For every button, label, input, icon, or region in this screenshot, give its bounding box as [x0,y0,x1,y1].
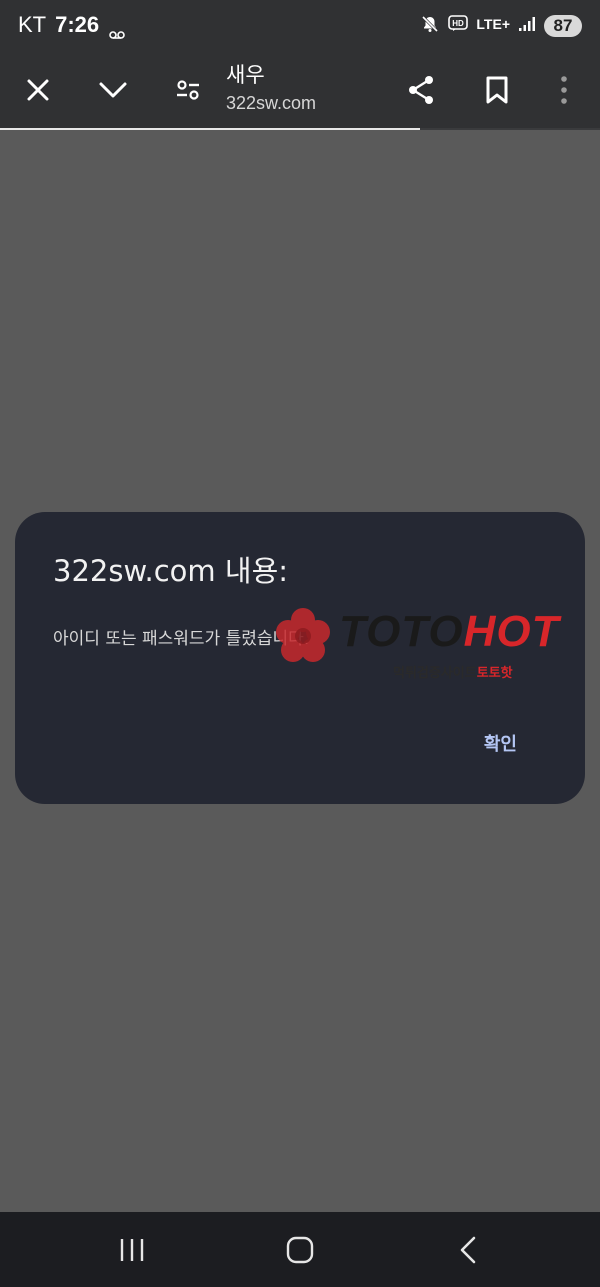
share-icon[interactable] [401,70,441,110]
chevron-down-icon[interactable] [93,70,133,110]
alert-dialog: 322sw.com 내용: 아이디 또는 패스워드가 틀렸습니다. 확인 [15,512,585,804]
home-icon[interactable] [280,1230,320,1270]
hd-icon: HD [448,15,469,37]
carrier-label: KT [18,12,47,37]
status-bar: KT 7:26 HD LTE+ 87 [0,0,600,52]
battery-icon: 87 [544,15,582,37]
mute-icon [420,14,440,38]
dialog-message: 아이디 또는 패스워드가 틀렸습니다. [53,629,310,649]
page-title[interactable]: 새우 [226,59,265,89]
more-vert-icon[interactable] [544,70,584,110]
page-load-progress-fill [0,128,420,130]
page-load-progress [0,128,600,130]
signal-icon [518,16,536,36]
network-label: LTE+ [476,15,510,32]
voicemail-icon [109,20,125,39]
svg-text:HD: HD [453,19,465,28]
back-icon[interactable] [448,1230,488,1270]
ok-button[interactable]: 확인 [478,726,523,760]
status-left: KT 7:26 [18,12,125,39]
navigation-bar [0,1212,600,1287]
clock-time: 7:26 [55,12,100,37]
lte-icon: LTE+ [476,17,510,36]
browser-toolbar: 새우 322sw.com [0,52,600,128]
status-right: HD LTE+ 87 [420,12,582,40]
page-url[interactable]: 322sw.com [226,93,316,114]
bookmark-icon[interactable] [477,70,517,110]
page-settings-icon[interactable] [168,70,208,110]
dialog-title: 322sw.com 내용: [53,554,289,588]
close-icon[interactable] [18,70,58,110]
recent-apps-icon[interactable] [112,1230,152,1270]
